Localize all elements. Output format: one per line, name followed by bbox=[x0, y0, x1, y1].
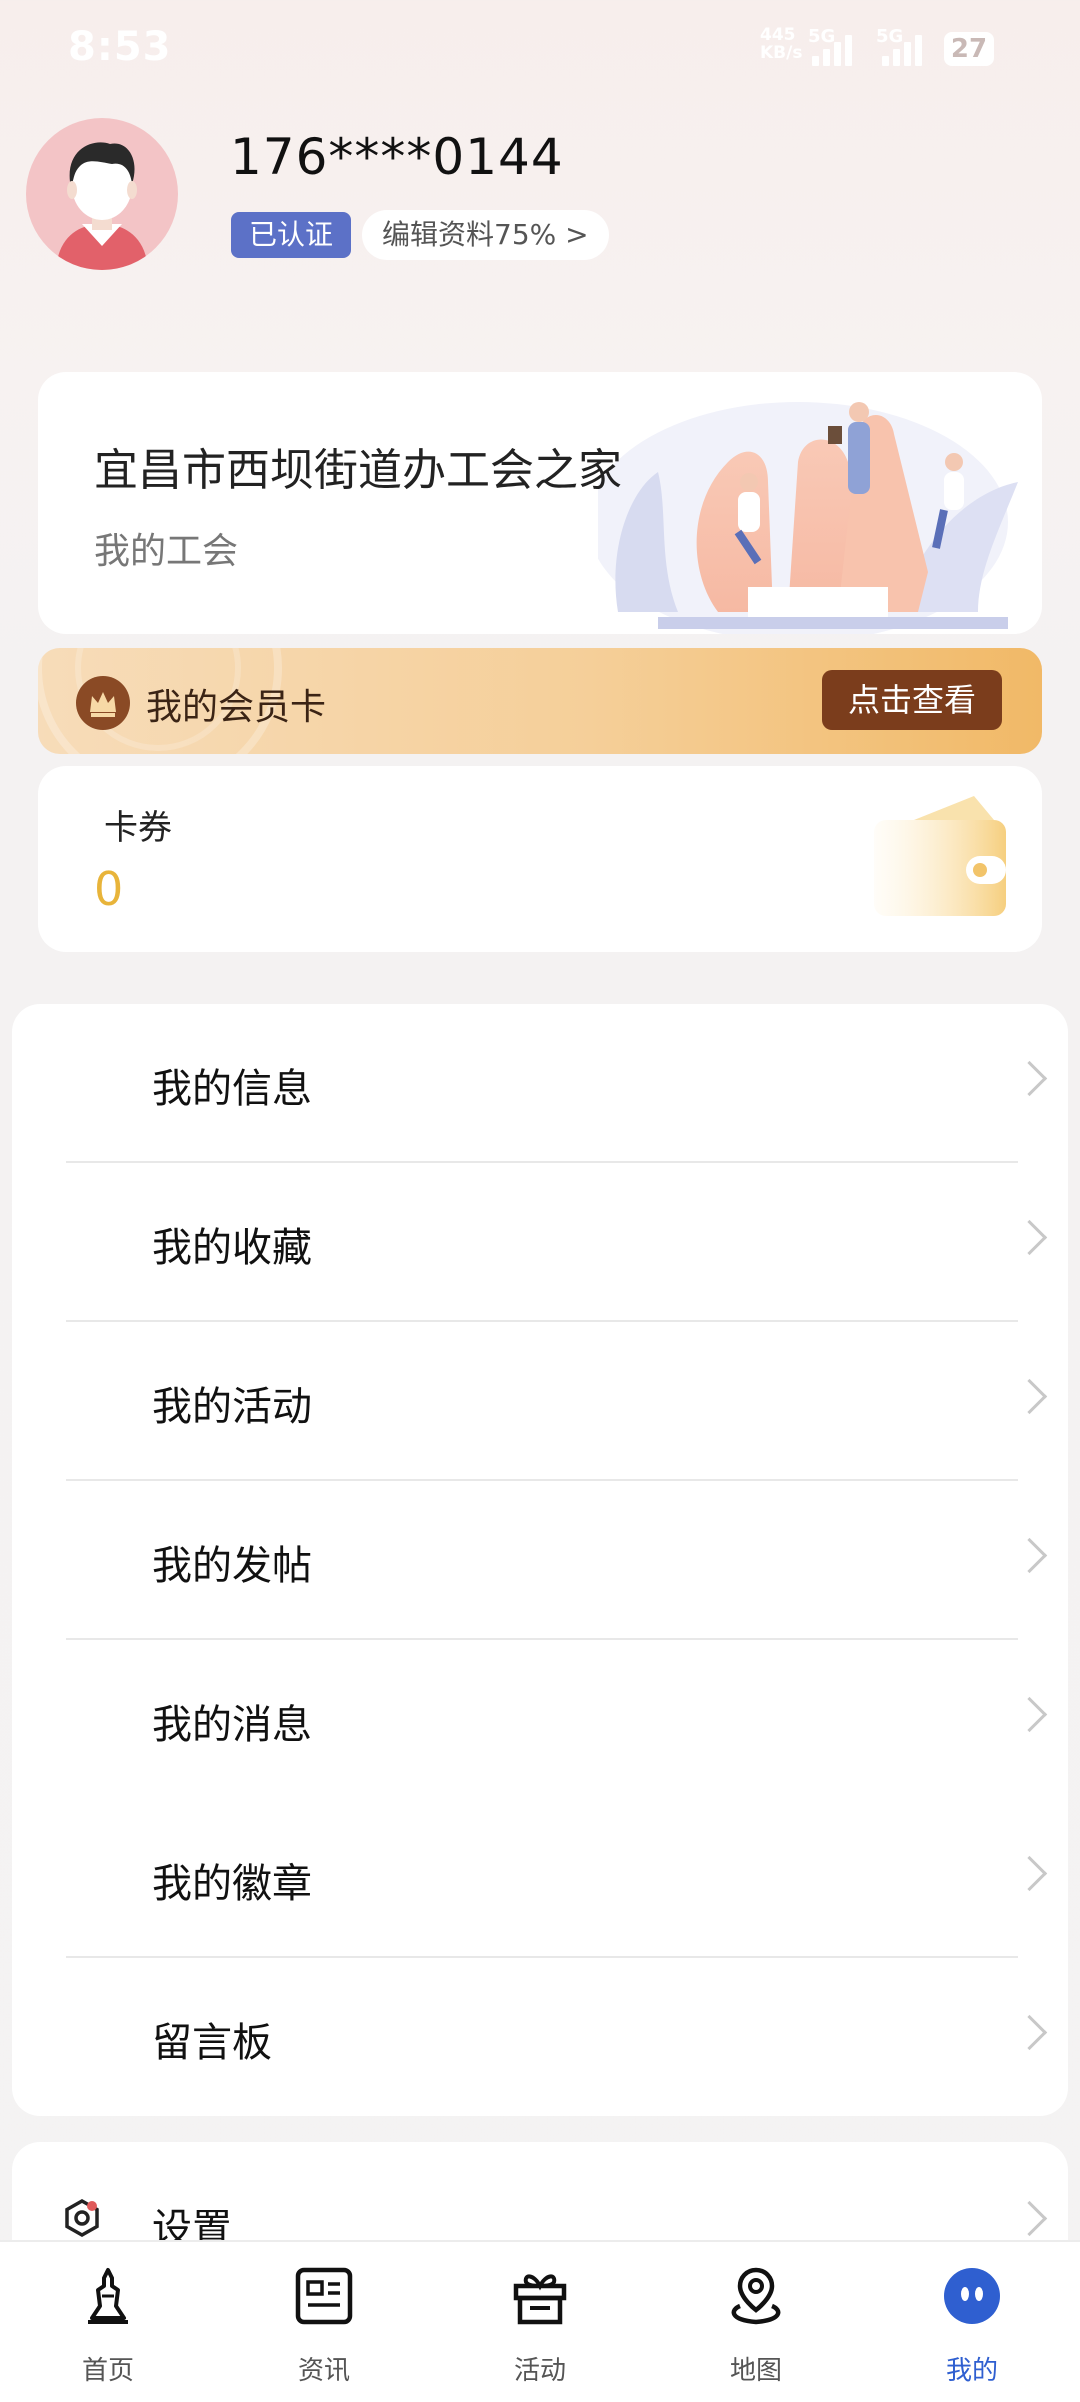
nav-map[interactable]: 地图 bbox=[648, 2242, 864, 2402]
union-hands-illustration-icon bbox=[598, 402, 1018, 634]
menu-item-label: 我的收藏 bbox=[152, 1225, 312, 1271]
menu-item-messages[interactable]: 我的消息 bbox=[12, 1640, 1068, 1799]
menu-item-my-info[interactable]: 我的信息 bbox=[12, 1004, 1068, 1163]
chevron-right-icon bbox=[1011, 1537, 1048, 1574]
coupon-count: 0 bbox=[94, 862, 124, 916]
nav-label: 活动 bbox=[513, 2356, 566, 2386]
view-member-card-button[interactable]: 点击查看 bbox=[822, 670, 1002, 730]
chevron-right-icon bbox=[1011, 1855, 1048, 1892]
chevron-right-icon bbox=[1011, 1219, 1048, 1256]
user-phone: 176****0144 bbox=[230, 128, 564, 186]
chevron-right-icon bbox=[1011, 1378, 1048, 1415]
union-title: 宜昌市西坝街道办工会之家 bbox=[94, 445, 622, 496]
avatar-illustration-icon bbox=[56, 142, 148, 270]
map-pin-icon bbox=[731, 2267, 781, 2325]
nav-mine[interactable]: 我的 bbox=[864, 2242, 1080, 2402]
nav-label: 首页 bbox=[81, 2356, 134, 2386]
menu-item-label: 留言板 bbox=[152, 2020, 272, 2066]
nav-news[interactable]: 资讯 bbox=[216, 2242, 432, 2402]
crown-icon bbox=[76, 676, 130, 730]
chevron-right-icon bbox=[1011, 2200, 1048, 2237]
menu-item-label: 我的徽章 bbox=[152, 1861, 312, 1907]
menu-list: 我的信息 我的收藏 我的活动 我的发帖 我的消息 我的徽章 留言板 bbox=[12, 1004, 1068, 2116]
menu-item-label: 我的发帖 bbox=[152, 1543, 312, 1589]
network-speed: 445 KB/s bbox=[760, 25, 803, 63]
menu-item-label: 我的消息 bbox=[152, 1702, 312, 1748]
chevron-right-icon bbox=[1011, 1696, 1048, 1733]
signal-icon bbox=[812, 30, 872, 66]
chevron-right-icon bbox=[1011, 2014, 1048, 2051]
member-card-label: 我的会员卡 bbox=[146, 687, 327, 728]
chevron-right-icon bbox=[1011, 1060, 1048, 1097]
home-tower-icon bbox=[88, 2268, 128, 2324]
menu-item-badges[interactable]: 我的徽章 bbox=[12, 1799, 1068, 1958]
battery-icon: 27 bbox=[944, 32, 994, 66]
nav-label: 地图 bbox=[729, 2356, 782, 2386]
profile-face-icon bbox=[944, 2268, 1000, 2324]
status-time: 8:53 bbox=[68, 24, 172, 70]
nav-home[interactable]: 首页 bbox=[0, 2242, 216, 2402]
signal-icon-2 bbox=[882, 30, 932, 66]
coupon-card[interactable]: 卡券 0 bbox=[38, 766, 1042, 952]
union-card[interactable]: 宜昌市西坝街道办工会之家 我的工会 bbox=[38, 372, 1042, 634]
gift-icon bbox=[513, 2274, 567, 2325]
member-card-bar[interactable]: 我的会员卡 点击查看 bbox=[38, 648, 1042, 754]
avatar[interactable] bbox=[26, 118, 178, 270]
verified-badge: 已认证 bbox=[231, 212, 351, 258]
edit-profile-button[interactable]: 编辑资料75% > bbox=[362, 210, 609, 260]
menu-item-label: 我的活动 bbox=[152, 1384, 312, 1430]
settings-gear-icon bbox=[65, 2198, 99, 2238]
status-bar: 8:53 445 KB/s 5G 5G 27 bbox=[0, 0, 1080, 100]
news-icon bbox=[295, 2267, 353, 2325]
union-subtitle: 我的工会 bbox=[94, 531, 239, 572]
nav-label: 我的 bbox=[945, 2356, 998, 2386]
menu-item-posts[interactable]: 我的发帖 bbox=[12, 1481, 1068, 1640]
menu-item-favorites[interactable]: 我的收藏 bbox=[12, 1163, 1068, 1322]
menu-item-activities[interactable]: 我的活动 bbox=[12, 1322, 1068, 1481]
bottom-nav: 首页 资讯 活动 地图 我的 bbox=[0, 2240, 1080, 2402]
nav-label: 资讯 bbox=[297, 2356, 350, 2386]
menu-item-message-board[interactable]: 留言板 bbox=[12, 1958, 1068, 2117]
coupon-label: 卡券 bbox=[104, 808, 172, 848]
menu-item-label: 我的信息 bbox=[152, 1066, 312, 1112]
nav-activities[interactable]: 活动 bbox=[432, 2242, 648, 2402]
wallet-icon bbox=[874, 796, 1006, 916]
